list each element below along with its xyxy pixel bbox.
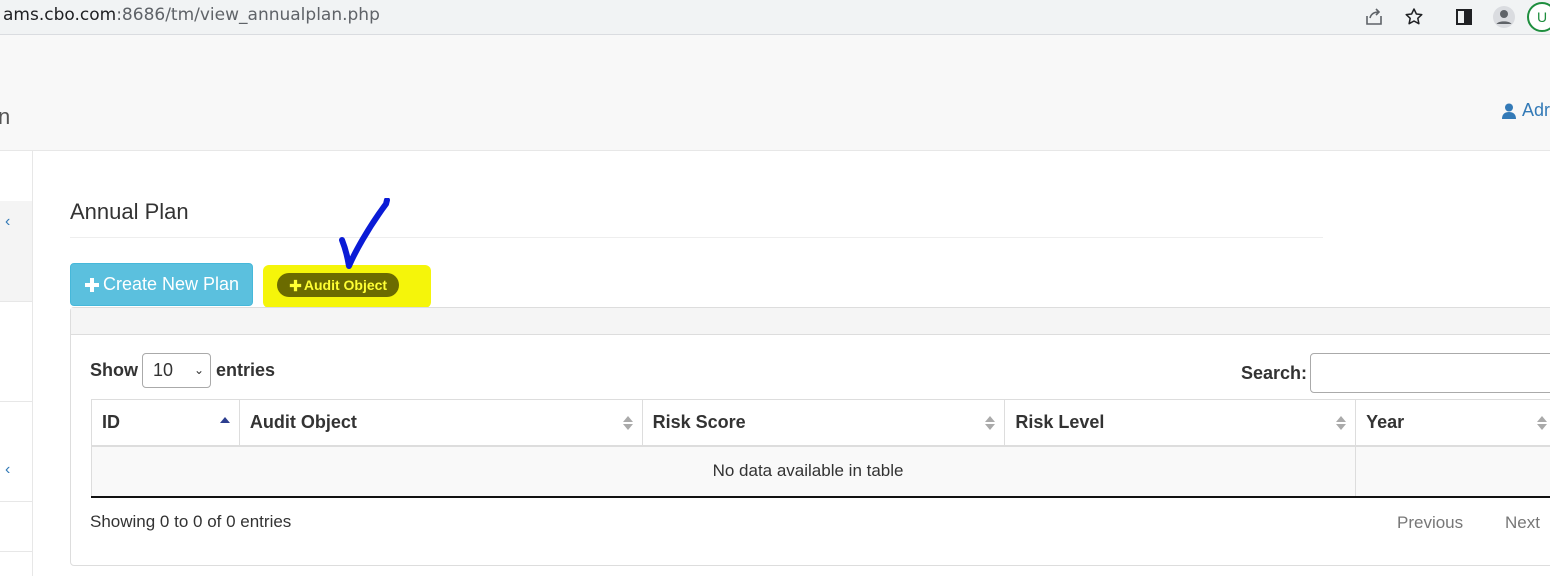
chevron-left-icon: ‹ (5, 213, 11, 230)
column-header-risk-score[interactable]: Risk Score (641, 399, 1006, 447)
column-label: Risk Level (1015, 411, 1105, 432)
brand-title[interactable]: n (0, 104, 10, 130)
address-bar[interactable]: ams.cbo.com:8686/tm/view_annualplan.php (3, 5, 380, 25)
audit-button-label: Audit Object (303, 277, 388, 293)
column-label: ID (102, 411, 120, 432)
user-icon (1502, 103, 1516, 119)
title-divider (70, 237, 1323, 238)
sidebar-item[interactable]: ‹ (0, 201, 32, 302)
sort-asc-icon (219, 417, 230, 423)
page-title: Annual Plan (70, 199, 189, 224)
app-navbar: n Adr (0, 35, 1550, 151)
sidebar-item[interactable] (0, 151, 32, 202)
page-length-select[interactable]: 10 ⌄ (142, 353, 211, 388)
url-path: :8686/tm/view_annualplan.php (116, 5, 380, 25)
column-label: Audit Object (249, 411, 357, 432)
sidebar-item[interactable] (0, 501, 32, 552)
checkmark-annotation (339, 198, 390, 269)
table-header-row: ID Audit Object Risk Score Risk Level Ye… (91, 399, 1550, 447)
column-label: Risk Score (652, 411, 746, 432)
plus-icon (84, 277, 99, 292)
sort-both-icon (622, 416, 633, 430)
profile-button[interactable]: U (1527, 2, 1550, 32)
next-page-button[interactable]: Next (1505, 513, 1540, 533)
column-label: Year (1366, 411, 1405, 432)
empty-table-message: No data available in table (90, 445, 1356, 498)
chevron-down-icon: ⌄ (193, 363, 204, 377)
table-info: Showing 0 to 0 of 0 entries (90, 512, 292, 531)
share-icon[interactable] (1360, 3, 1388, 31)
browser-toolbar: ams.cbo.com:8686/tm/view_annualplan.php … (0, 0, 1550, 35)
account-icon[interactable] (1490, 3, 1518, 31)
side-panel-icon[interactable] (1450, 3, 1478, 31)
column-header-audit-object[interactable]: Audit Object (238, 399, 643, 447)
search-input[interactable] (1310, 353, 1550, 393)
column-header-risk-level[interactable]: Risk Level (1004, 399, 1357, 447)
panel-heading (71, 308, 1550, 335)
sidebar-item[interactable] (0, 301, 32, 402)
show-label: Show (90, 360, 138, 380)
profile-initial: U (1537, 9, 1548, 25)
user-name: Adr (1522, 100, 1550, 120)
sidebar-item[interactable]: ‹ (0, 401, 32, 502)
user-menu-link[interactable]: Adr (1502, 100, 1550, 121)
plus-icon (289, 279, 302, 291)
column-header-year[interactable]: Year (1355, 399, 1550, 447)
chevron-left-icon: ‹ (5, 461, 11, 478)
sort-both-icon (1537, 416, 1547, 430)
sort-both-icon (985, 416, 996, 430)
sidebar: ‹ ‹ (0, 151, 33, 576)
entries-label: entries (216, 360, 276, 380)
url-host: ams.cbo.com (3, 5, 117, 25)
create-button-label: Create New Plan (102, 274, 240, 294)
create-new-plan-button[interactable]: Create New Plan (70, 263, 253, 306)
search-label: Search: (1241, 363, 1308, 383)
table-cell (1355, 445, 1550, 498)
column-header-id[interactable]: ID (91, 399, 240, 447)
annual-plan-table: ID Audit Object Risk Score Risk Level Ye… (90, 399, 1550, 498)
bookmark-star-icon[interactable] (1400, 3, 1428, 31)
sort-both-icon (1336, 416, 1347, 430)
previous-page-button[interactable]: Previous (1397, 513, 1463, 533)
page-length-value: 10 (153, 360, 174, 380)
table-row: No data available in table (90, 445, 1550, 498)
